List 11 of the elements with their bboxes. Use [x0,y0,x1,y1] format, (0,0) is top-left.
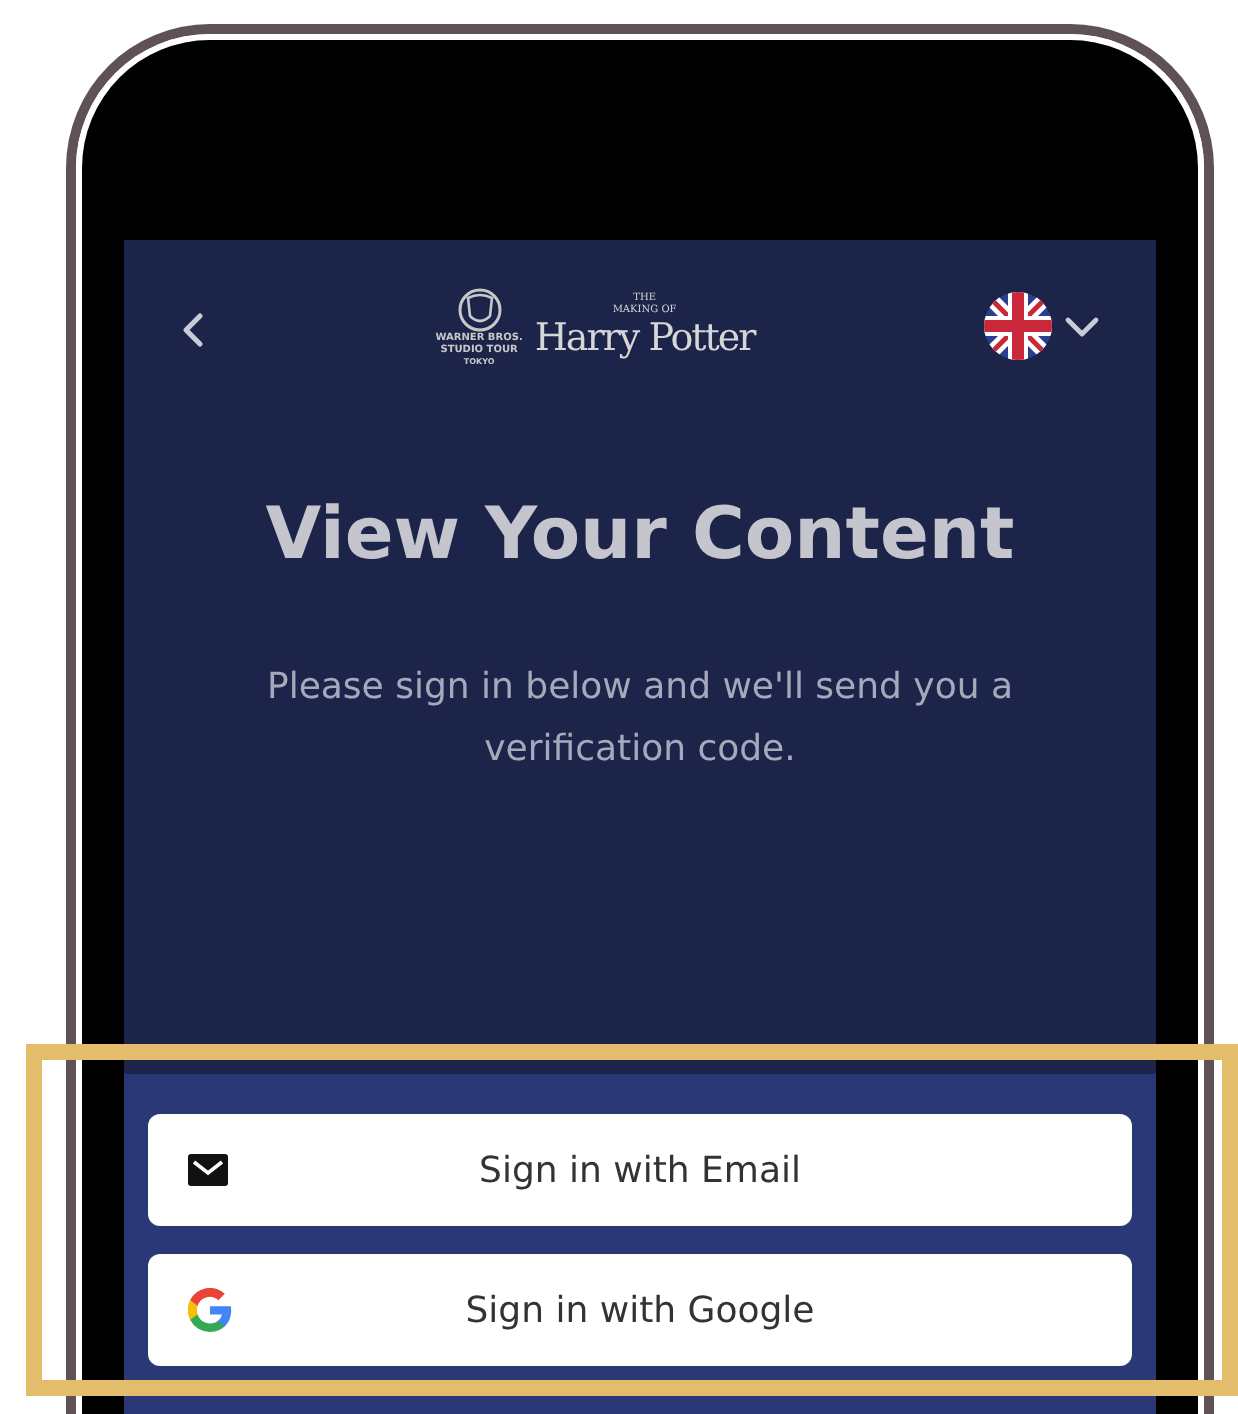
instruction-text: Please sign in below and we'll send you a verification code. [264,664,1016,774]
mail-icon [188,1154,228,1186]
logo-wordmark: Harry Potter [534,316,755,360]
sign-in-button[interactable]: Sign in with Google [148,1254,1132,1366]
sign-in-button[interactable]: Sign in with Email [148,1114,1132,1226]
shield-icon [457,287,502,331]
chevron-down-icon[interactable] [1063,315,1100,337]
back-icon[interactable] [180,310,206,350]
page-title: View Your Content [263,492,1017,580]
google-logo-icon [188,1288,232,1332]
uk-flag-icon[interactable] [983,292,1052,360]
